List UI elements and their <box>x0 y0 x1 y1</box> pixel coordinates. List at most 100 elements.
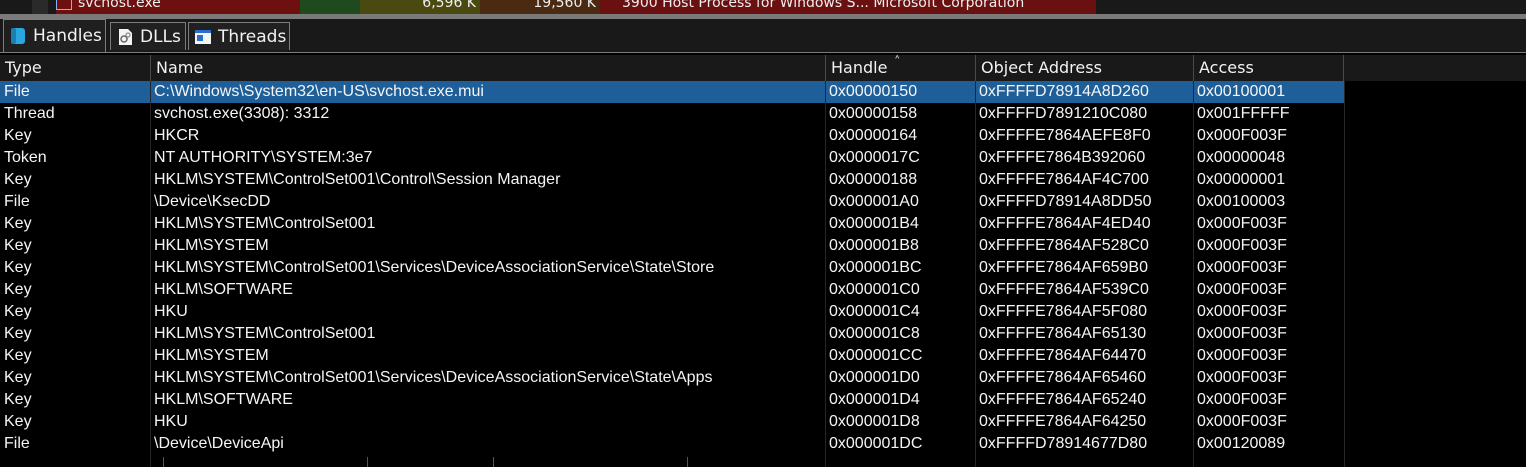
cell-name: HKLM\SOFTWARE <box>154 391 293 408</box>
table-row[interactable]: Key HKU 0x000001D8 0xFFFFE7864AF64250 0x000F… <box>0 411 1344 433</box>
cell-access: 0x001FFFFF <box>1197 105 1290 122</box>
cell-access: 0x00120089 <box>1197 435 1286 452</box>
cell-handle: 0x000001C8 <box>829 325 920 342</box>
cell-object-address: 0xFFFFE7864AF65240 <box>979 391 1147 408</box>
table-row[interactable]: Key HKLM\SYSTEM\ControlSet001 0x000001C8 0x… <box>0 323 1344 345</box>
table-row[interactable]: Key HKLM\SYSTEM\ControlSet001 0x000001B4 0x… <box>0 213 1344 235</box>
lower-pane-tabs: Handles DLLs Threads <box>0 19 1526 53</box>
cell-type: Key <box>4 215 32 232</box>
cell-name: C:\Windows\System32\en-US\svchost.exe.mu… <box>154 83 484 100</box>
cell-handle: 0x000001B8 <box>829 237 919 254</box>
cell-handle: 0x000001D8 <box>829 413 920 430</box>
column-divider <box>1344 81 1345 467</box>
expand-toggle[interactable] <box>32 0 48 14</box>
process-private-bytes: 6,596 K <box>360 0 480 14</box>
cell-access: 0x000F003F <box>1197 259 1287 276</box>
cell-object-address: 0xFFFFE7864AF4ED40 <box>979 215 1151 232</box>
table-row[interactable]: File \Device\DeviceApi 0x000001DC 0xFFFFD78… <box>0 433 1344 455</box>
cell-name: HKLM\SYSTEM <box>154 347 269 364</box>
process-cpu-cell <box>300 0 360 14</box>
cell-name: HKLM\SYSTEM\ControlSet001\Services\Devic… <box>154 369 713 386</box>
cell-name: \Device\KsecDD <box>154 193 271 210</box>
handles-list[interactable]: Type Name Handle ˄ Object Address Access… <box>0 55 1526 467</box>
scrollbar-tick <box>493 457 494 467</box>
cell-type: File <box>4 193 30 210</box>
cell-object-address: 0xFFFFE7864AF528C0 <box>979 237 1149 254</box>
column-header-handle[interactable]: Handle <box>826 55 976 81</box>
table-row[interactable]: Key HKLM\SYSTEM 0x000001B8 0xFFFFE7864AF528… <box>0 235 1344 257</box>
column-divider <box>1193 81 1194 467</box>
cell-access: 0x00000048 <box>1197 149 1286 166</box>
cell-access: 0x000F003F <box>1197 391 1287 408</box>
cell-object-address: 0xFFFFD78914A8DD50 <box>979 193 1152 210</box>
table-row[interactable]: Key HKLM\SYSTEM\ControlSet001\Services\De… <box>0 367 1344 389</box>
cell-type: Key <box>4 281 32 298</box>
table-row[interactable]: Key HKLM\SYSTEM\ControlSet001\Services\De… <box>0 257 1344 279</box>
cell-handle: 0x0000017C <box>829 149 920 166</box>
column-header-name[interactable]: Name <box>151 55 826 81</box>
column-divider <box>825 81 826 467</box>
tab-handles[interactable]: Handles <box>3 19 106 52</box>
cell-name: HKU <box>154 413 188 430</box>
cell-object-address: 0xFFFFE7864AF65130 <box>979 325 1147 342</box>
process-pid: 3900 <box>622 0 658 11</box>
table-row[interactable]: Thread svchost.exe(3308): 3312 0x00000158 0… <box>0 103 1344 125</box>
process-details: 3900 Host Process for Windows S... Micro… <box>600 0 1096 14</box>
cell-type: File <box>4 435 30 452</box>
cell-object-address: 0xFFFFD78914A8D260 <box>979 83 1149 100</box>
cell-name: HKLM\SYSTEM\ControlSet001 <box>154 325 376 342</box>
cell-access: 0x00000001 <box>1197 171 1286 188</box>
tab-dlls[interactable]: DLLs <box>110 22 186 50</box>
cell-handle: 0x000001B4 <box>829 215 919 232</box>
tab-threads[interactable]: Threads <box>188 22 290 50</box>
dlls-icon <box>119 28 132 45</box>
list-header: Type Name Handle ˄ Object Address Access <box>0 55 1526 81</box>
cell-name: HKLM\SYSTEM\ControlSet001 <box>154 215 376 232</box>
column-divider <box>150 81 151 467</box>
cell-access: 0x000F003F <box>1197 303 1287 320</box>
table-row[interactable]: Key HKU 0x000001C4 0xFFFFE7864AF5F080 0x000F… <box>0 301 1344 323</box>
cell-type: Key <box>4 259 32 276</box>
cell-name: HKLM\SYSTEM\ControlSet001\Control\Sessio… <box>154 171 561 188</box>
table-row[interactable]: Key HKLM\SYSTEM\ControlSet001\Control\Ses… <box>0 169 1344 191</box>
table-row[interactable]: File C:\Windows\System32\en-US\svchost.ex… <box>0 81 1344 103</box>
cell-name: HKCR <box>154 127 200 144</box>
handles-icon <box>11 28 25 44</box>
cell-object-address: 0xFFFFE7864AF4C700 <box>979 171 1149 188</box>
column-header-access[interactable]: Access <box>1194 55 1344 81</box>
cell-access: 0x00100003 <box>1197 193 1286 210</box>
column-header-type[interactable]: Type <box>0 55 151 81</box>
cell-handle: 0x00000150 <box>829 83 918 100</box>
table-row[interactable]: Token NT AUTHORITY\SYSTEM:3e7 0x0000017C 0x… <box>0 147 1344 169</box>
cell-object-address: 0xFFFFE7864AEFE8F0 <box>979 127 1151 144</box>
tab-divider <box>0 52 1526 53</box>
process-working-set: 19,560 K <box>480 0 600 14</box>
table-row[interactable]: Key HKCR 0x00000164 0xFFFFE7864AEFE8F0 0x000… <box>0 125 1344 147</box>
cell-object-address: 0xFFFFE7864AF659B0 <box>979 259 1148 276</box>
cell-handle: 0x000001D0 <box>829 369 920 386</box>
table-row[interactable]: Key HKLM\SYSTEM 0x000001CC 0xFFFFE7864AF644… <box>0 345 1344 367</box>
cell-handle: 0x000001D4 <box>829 391 920 408</box>
column-divider <box>975 81 976 467</box>
cell-type: Key <box>4 413 32 430</box>
cell-object-address: 0xFFFFE7864AF65460 <box>979 369 1147 386</box>
table-row[interactable]: File \Device\KsecDD 0x000001A0 0xFFFFD78914… <box>0 191 1344 213</box>
process-description: Host Process for Windows S... <box>662 0 869 11</box>
cell-handle: 0x00000188 <box>829 171 918 188</box>
column-header-object-address[interactable]: Object Address <box>976 55 1194 81</box>
cell-handle: 0x00000164 <box>829 127 918 144</box>
scrollbar-tick <box>687 457 688 467</box>
table-row[interactable]: Key HKLM\SOFTWARE 0x000001D4 0xFFFFE7864AF6… <box>0 389 1344 411</box>
cell-type: Thread <box>4 105 55 122</box>
cell-type: Key <box>4 325 32 342</box>
cell-object-address: 0xFFFFE7864AF64470 <box>979 347 1147 364</box>
cell-type: Key <box>4 127 32 144</box>
cell-name: svchost.exe(3308): 3312 <box>154 105 330 122</box>
process-icon <box>56 0 72 10</box>
cell-handle: 0x000001CC <box>829 347 923 364</box>
cell-object-address: 0xFFFFE7864AF64250 <box>979 413 1147 430</box>
table-row[interactable]: Key HKLM\SOFTWARE 0x000001C0 0xFFFFE7864AF5… <box>0 279 1344 301</box>
cell-handle: 0x000001A0 <box>829 193 919 210</box>
cell-name: HKLM\SOFTWARE <box>154 281 293 298</box>
cell-access: 0x000F003F <box>1197 281 1287 298</box>
